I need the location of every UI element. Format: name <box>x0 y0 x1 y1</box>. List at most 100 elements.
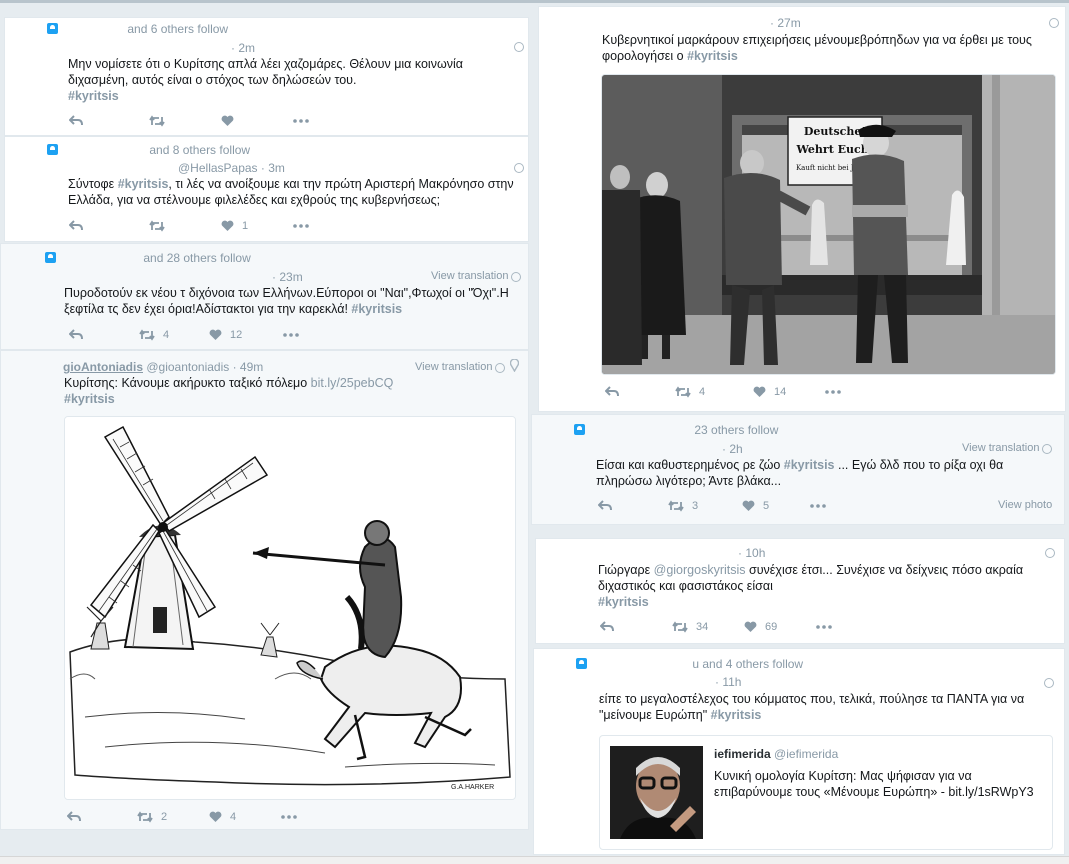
reply-button[interactable] <box>69 220 149 232</box>
like-button[interactable]: 12 <box>209 329 283 341</box>
author-name[interactable]: gioAntoniadis <box>63 360 143 374</box>
more-button[interactable] <box>293 224 309 228</box>
tweet-photo[interactable]: Deutsche! Wehrt Euch! Kauft nicht bei Ju… <box>601 74 1056 375</box>
globe-icon <box>511 272 521 282</box>
follow-badge-icon <box>45 252 56 263</box>
reply-button[interactable] <box>605 386 675 398</box>
follow-context: and 8 others follow <box>47 143 250 157</box>
more-icon <box>293 224 309 228</box>
like-button[interactable]: 4 <box>209 811 281 823</box>
hashtag-link[interactable]: #kyritsis <box>64 392 115 406</box>
like-icon <box>221 115 234 126</box>
tweet-card-1[interactable]: and 6 others follow · 2m Μην νομίσετε ότ… <box>4 17 529 136</box>
more-button[interactable] <box>281 815 297 819</box>
like-icon <box>209 329 222 340</box>
retweet-button[interactable] <box>149 115 221 127</box>
quoted-author-handle[interactable]: @iefimerida <box>774 747 838 761</box>
reply-icon <box>600 621 614 632</box>
reply-icon <box>67 811 81 822</box>
retweet-button[interactable]: 4 <box>139 329 209 341</box>
like-button[interactable]: 69 <box>744 621 816 633</box>
view-photo-link[interactable]: View photo <box>998 499 1052 511</box>
quoted-author-name[interactable]: iefimerida <box>714 747 771 761</box>
hashtag-link[interactable]: #kyritsis <box>687 49 738 63</box>
tweet-card-6[interactable]: 23 others follow · 2h View translation Ε… <box>531 414 1065 525</box>
tweet-actions: 4 14 <box>605 386 841 398</box>
reply-button[interactable] <box>69 329 139 341</box>
view-translation-link[interactable]: View translation <box>431 270 508 282</box>
like-button[interactable]: 5 <box>742 500 810 512</box>
like-button[interactable]: 1 <box>221 220 293 232</box>
tweet-time[interactable]: · 23m <box>272 270 303 284</box>
redacted-name <box>64 24 124 35</box>
tweet-time[interactable]: · 2h <box>722 442 743 456</box>
retweet-button[interactable]: 2 <box>137 811 209 823</box>
horizontal-scrollbar[interactable] <box>0 856 1069 864</box>
hashtag-link[interactable]: #kyritsis <box>784 458 835 472</box>
windmill-illustration[interactable]: G.A.HARKER <box>64 416 516 800</box>
tweet-card-8[interactable]: u and 4 others follow · 11h είπε το μεγα… <box>533 648 1065 855</box>
reply-button[interactable] <box>598 500 668 512</box>
reply-icon <box>598 500 612 511</box>
tweet-time[interactable]: · 27m <box>770 16 801 30</box>
hashtag-link[interactable]: #kyritsis <box>118 177 169 191</box>
author-handle[interactable]: @gioantoniadis <box>146 360 229 374</box>
reply-icon <box>69 329 83 340</box>
retweet-button[interactable]: 34 <box>672 621 744 633</box>
retweet-count: 3 <box>692 500 699 512</box>
retweet-button[interactable] <box>149 220 221 232</box>
more-button[interactable] <box>293 119 309 123</box>
quoted-tweet-card[interactable]: iefimerida @iefimerida Κυνική ομολογία Κ… <box>599 735 1053 850</box>
short-link[interactable]: bit.ly/25pebCQ <box>311 376 394 390</box>
globe-icon <box>514 42 524 52</box>
like-button[interactable] <box>221 115 293 127</box>
tweet-header[interactable]: gioAntoniadis @gioantoniadis · 49m <box>63 360 263 374</box>
like-count: 12 <box>230 329 243 341</box>
tweet-time[interactable]: · 11h <box>715 675 741 689</box>
retweet-count: 34 <box>696 621 709 633</box>
tweet-time[interactable]: · 10h <box>738 546 765 560</box>
more-icon <box>810 504 826 508</box>
like-count: 5 <box>763 500 770 512</box>
more-button[interactable] <box>816 625 832 629</box>
retweet-icon <box>139 329 155 341</box>
retweet-button[interactable]: 3 <box>668 500 742 512</box>
illustration-signature: G.A.HARKER <box>451 784 494 791</box>
view-translation-link[interactable]: View translation <box>962 442 1039 454</box>
more-button[interactable] <box>283 333 299 337</box>
reply-button[interactable] <box>600 621 672 633</box>
like-button[interactable]: 14 <box>753 386 825 398</box>
mention-link[interactable]: @giorgoskyritsis <box>654 563 746 577</box>
tweet-card-5[interactable]: · 27m Κυβερνητικοί μαρκάρουν επιχειρήσει… <box>538 6 1066 412</box>
hashtag-link[interactable]: #kyritsis <box>351 302 402 316</box>
retweet-icon <box>149 115 165 127</box>
tweet-card-4[interactable]: gioAntoniadis @gioantoniadis · 49m View … <box>0 350 529 830</box>
tweet-actions: 1 <box>69 220 309 232</box>
hashtag-link[interactable]: #kyritsis <box>68 89 119 103</box>
tweet-text: είπε το μεγαλοστέλεχος του κόμματος που,… <box>599 692 1025 722</box>
retweet-icon <box>137 811 153 823</box>
tweet-text: Είσαι και καθυστερημένος ρε ζώο #kyritsi… <box>596 458 1004 488</box>
redacted-name <box>591 425 691 436</box>
view-translation-link[interactable]: View translation <box>415 361 492 373</box>
globe-icon <box>514 163 524 173</box>
reply-button[interactable] <box>69 115 149 127</box>
more-icon <box>816 625 832 629</box>
tweet-time[interactable]: · 2m <box>231 41 255 55</box>
tweet-card-2[interactable]: and 8 others follow @HellasPapas · 3m Σύ… <box>4 136 529 242</box>
hashtag-link[interactable]: #kyritsis <box>598 595 649 609</box>
tweet-card-7[interactable]: · 10h Γιώργαρε @giorgoskyritsis συνέχισε… <box>535 538 1065 644</box>
more-button[interactable] <box>825 390 841 394</box>
redacted-name <box>64 145 146 156</box>
quoted-tweet-header[interactable]: iefimerida @iefimerida <box>714 747 838 761</box>
retweet-button[interactable]: 4 <box>675 386 753 398</box>
tweet-text: Γιώργαρε @giorgoskyritsis συνέχισε έτσι.… <box>598 563 1024 609</box>
more-button[interactable] <box>810 504 826 508</box>
portrait-image <box>610 746 703 839</box>
hashtag-link[interactable]: #kyritsis <box>711 708 762 722</box>
tweet-card-3[interactable]: and 28 others follow · 23m View translat… <box>0 243 529 350</box>
tweet-actions <box>69 115 309 127</box>
tweet-header[interactable]: @HellasPapas · 3m <box>178 161 285 175</box>
reply-button[interactable] <box>67 811 137 823</box>
globe-icon <box>495 363 505 373</box>
